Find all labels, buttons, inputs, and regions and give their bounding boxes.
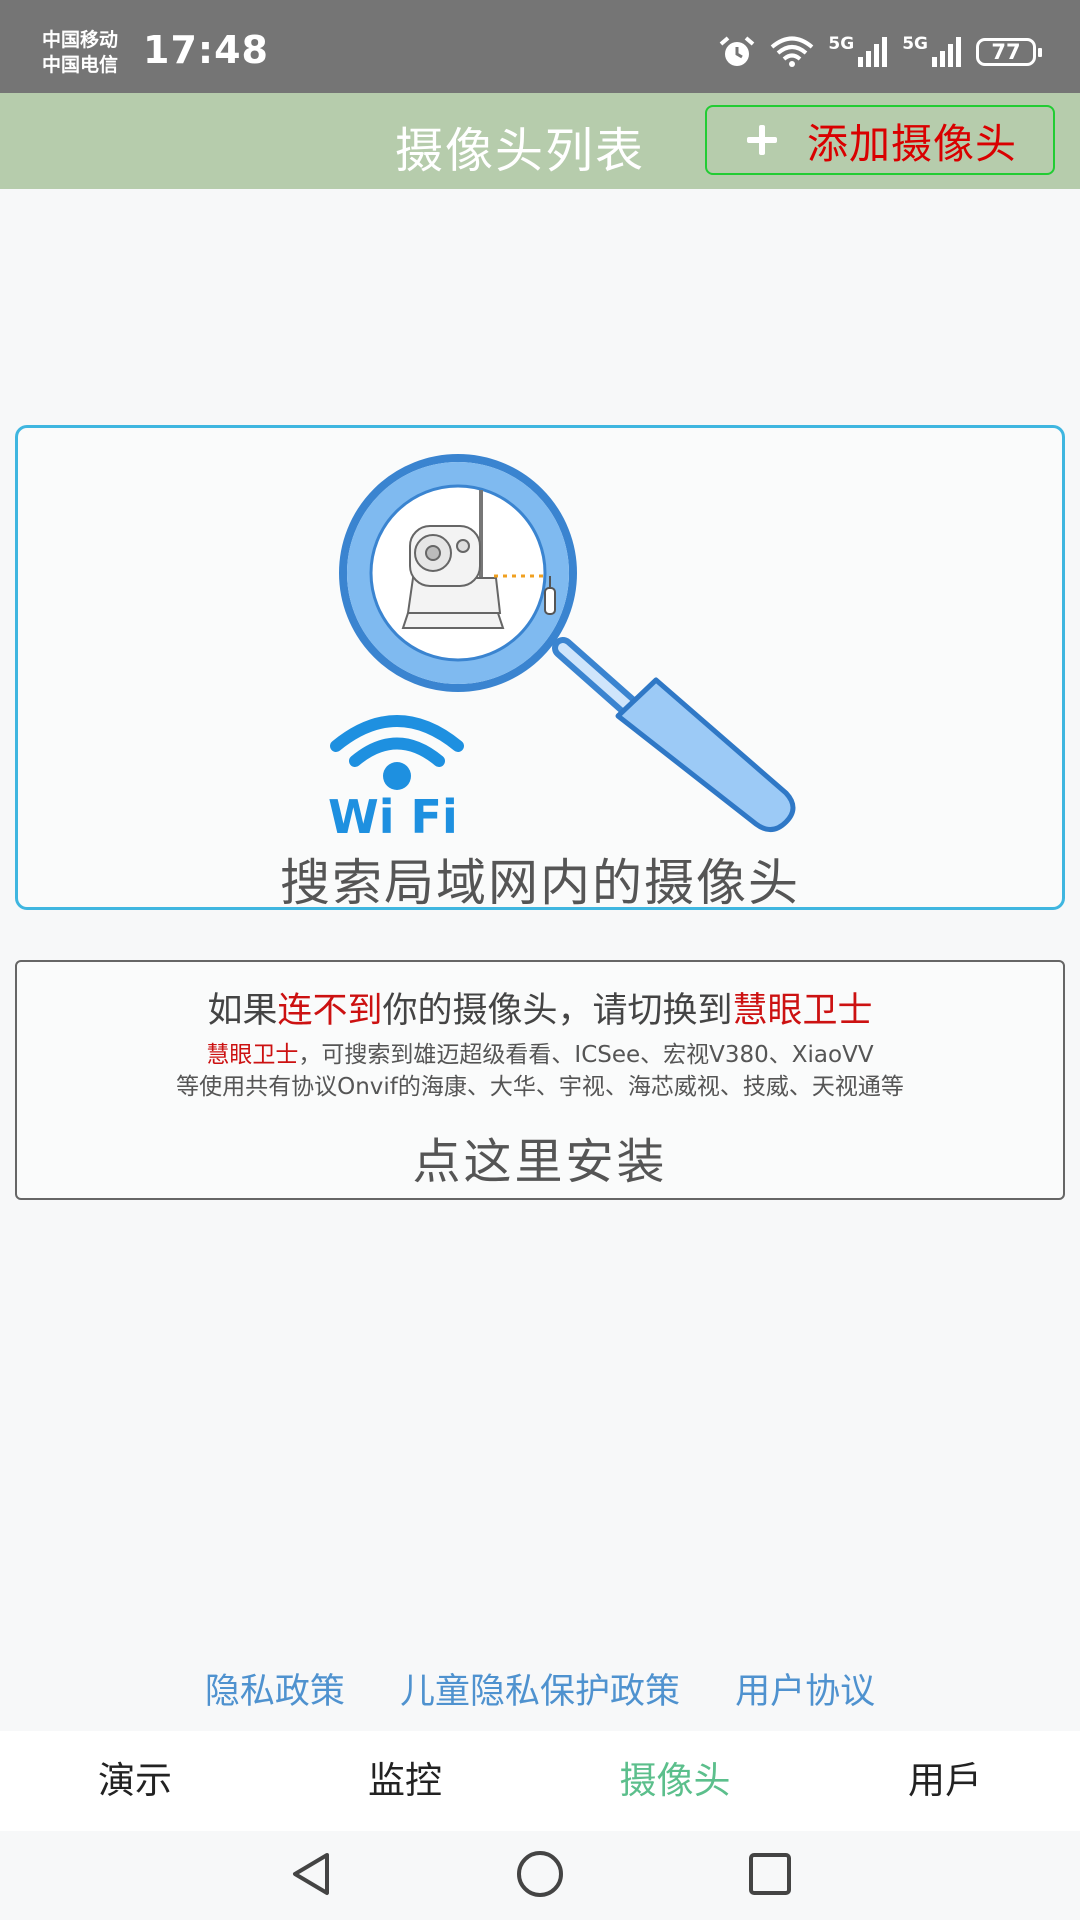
tab-user[interactable]: 用戶 (810, 1731, 1080, 1831)
install-app-card[interactable]: 如果连不到你的摄像头，请切换到慧眼卫士 慧眼卫士，可搜索到雄迈超级看看、ICSe… (15, 960, 1065, 1200)
privacy-policy-link[interactable]: 隐私政策 (205, 1672, 345, 1712)
search-lan-card[interactable]: Wi Fi 搜索局域网内的摄像头 (15, 425, 1065, 912)
back-icon[interactable] (287, 1849, 335, 1899)
system-nav-bar (0, 1831, 1080, 1920)
signal-icon (932, 37, 961, 67)
add-camera-button[interactable]: 添加摄像头 (705, 105, 1055, 175)
network-type-2: 5G (902, 34, 928, 54)
alarm-icon (720, 36, 755, 66)
status-bar: 中国移动 中国电信 17:48 5G 5G 77 (0, 0, 1080, 93)
clock: 17:48 (143, 28, 269, 72)
home-icon[interactable] (515, 1849, 565, 1899)
status-icons: 5G 5G 77 (718, 32, 1042, 72)
search-lan-label: 搜索局域网内的摄像头 (280, 854, 800, 912)
install-here-link[interactable]: 点这里安装 (17, 1122, 1063, 1192)
desc-highlight: 慧眼卫士 (206, 1042, 299, 1068)
plus-icon (747, 125, 777, 155)
hint-text-2: 你的摄像头，请切换到 (382, 991, 733, 1031)
carrier-2: 中国电信 (42, 54, 119, 76)
carrier-1: 中国移动 (42, 29, 119, 51)
install-hint: 如果连不到你的摄像头，请切换到慧眼卫士 (17, 982, 1063, 1033)
carrier-info: 中国移动 中国电信 (42, 28, 118, 78)
battery-icon: 77 (976, 38, 1042, 66)
bottom-tab-bar: 演示 监控 摄像头 用戶 (0, 1731, 1080, 1831)
hint-highlight-1: 连不到 (277, 991, 383, 1031)
hint-text-1: 如果 (207, 991, 278, 1031)
tab-monitor[interactable]: 监控 (270, 1731, 540, 1831)
wifi-logo-icon: Wi Fi (328, 715, 464, 844)
page-title: 摄像头列表 (395, 123, 646, 179)
desc-line-1: ，可搜索到雄迈超级看看、ICSee、宏视V380、XiaoVV (298, 1042, 874, 1068)
recents-icon[interactable] (747, 1849, 793, 1899)
wifi-icon (771, 36, 814, 67)
tab-demo[interactable]: 演示 (0, 1731, 270, 1831)
install-description: 慧眼卫士，可搜索到雄迈超级看看、ICSee、宏视V380、XiaoVV 等使用共… (17, 1039, 1063, 1103)
search-illustration: Wi Fi (328, 454, 796, 844)
child-privacy-link[interactable]: 儿童隐私保护政策 (400, 1672, 680, 1712)
add-camera-label: 添加摄像头 (807, 120, 1017, 168)
policy-links: 隐私政策 儿童隐私保护政策 用户协议 (0, 1663, 1080, 1714)
wifi-logo-text: Wi Fi (328, 790, 458, 844)
hint-highlight-2: 慧眼卫士 (732, 991, 873, 1031)
network-type-1: 5G (828, 34, 855, 54)
signal-icon (858, 37, 888, 67)
header: 摄像头列表 添加摄像头 (0, 93, 1080, 189)
user-agreement-link[interactable]: 用户协议 (735, 1672, 875, 1712)
desc-line-2: 等使用共有协议Onvif的海康、大华、宇视、海芯威视、技威、天视通等 (176, 1074, 904, 1100)
tab-camera[interactable]: 摄像头 (540, 1731, 810, 1831)
